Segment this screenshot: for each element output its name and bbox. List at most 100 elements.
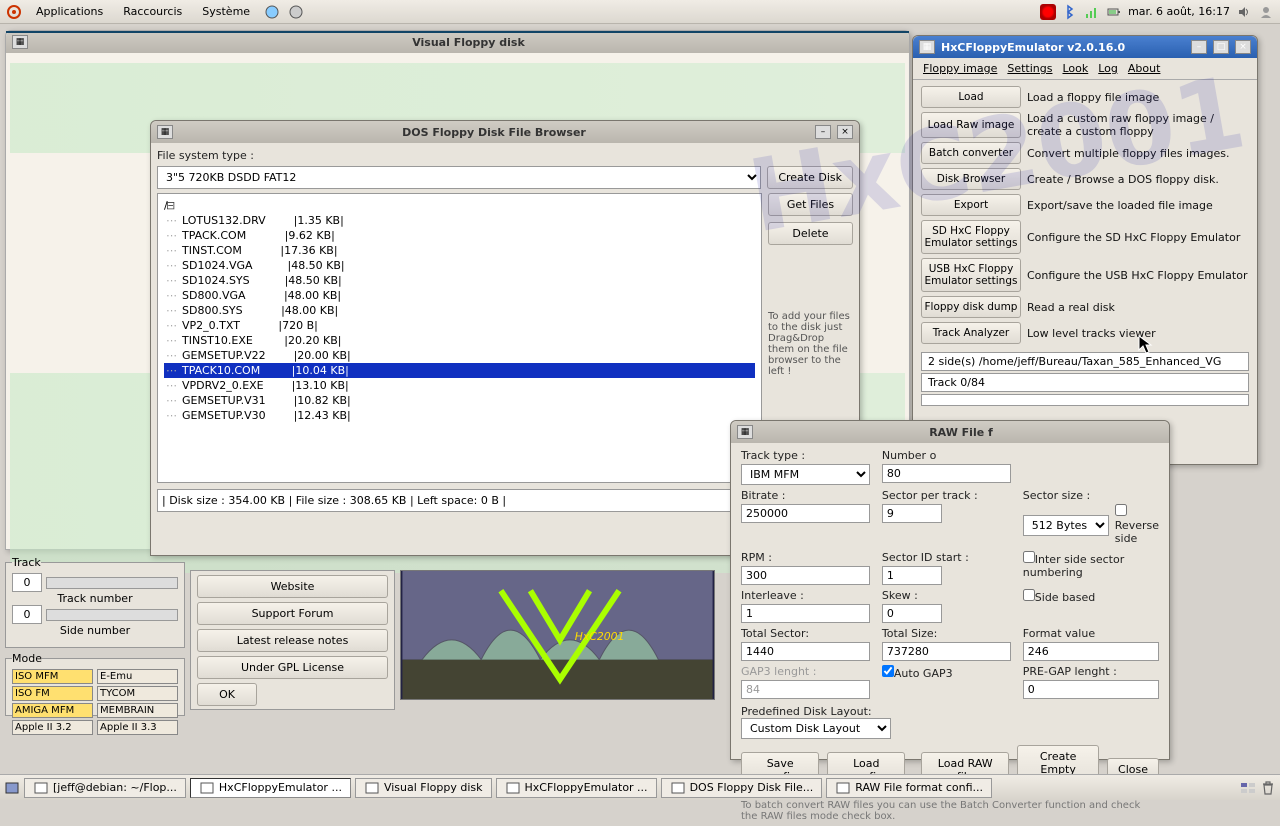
menu-applications[interactable]: Applications	[30, 3, 109, 20]
hxc-load-raw-image-button[interactable]: Load Raw image	[921, 112, 1021, 138]
task-button[interactable]: [jeff@debian: ~/Flop...	[24, 778, 186, 798]
predef-select[interactable]: Custom Disk Layout	[741, 718, 891, 739]
file-row[interactable]: TINST.COM |17.36 KB|	[164, 243, 755, 258]
menu-look[interactable]: Look	[1062, 62, 1088, 75]
mode-iso-fm[interactable]: ISO FM	[12, 686, 93, 701]
network-icon[interactable]	[1084, 4, 1100, 20]
bitrate-input[interactable]	[741, 504, 870, 523]
sidebased-check[interactable]: Side based	[1023, 589, 1159, 604]
fs-type-select[interactable]: 3"5 720KB DSDD FAT12	[157, 166, 761, 189]
hxc-batch-converter-button[interactable]: Batch converter	[921, 142, 1021, 164]
battery-icon[interactable]	[1106, 4, 1122, 20]
volume-icon[interactable]	[1236, 4, 1252, 20]
track-slider[interactable]	[46, 577, 178, 589]
mode-e-emu[interactable]: E-Emu	[97, 669, 178, 684]
menu-settings[interactable]: Settings	[1007, 62, 1052, 75]
menu-log[interactable]: Log	[1098, 62, 1118, 75]
task-button[interactable]: Visual Floppy disk	[355, 778, 492, 798]
mode-tycom[interactable]: TYCOM	[97, 686, 178, 701]
delete-button[interactable]: Delete	[768, 222, 853, 245]
file-row[interactable]: GEMSETUP.V31 |10.82 KB|	[164, 393, 755, 408]
autogap3-check[interactable]: Auto GAP3	[882, 665, 1011, 680]
hxc-track-analyzer-button[interactable]: Track Analyzer	[921, 322, 1021, 344]
formatval-input[interactable]	[1023, 642, 1159, 661]
user-icon[interactable]	[1258, 4, 1274, 20]
menu-raccourcis[interactable]: Raccourcis	[117, 3, 188, 20]
task-button[interactable]: HxCFloppyEmulator ...	[496, 778, 657, 798]
update-icon[interactable]	[1040, 4, 1056, 20]
maximize-button[interactable]: □	[1213, 40, 1229, 54]
clock-text[interactable]: mar. 6 août, 16:17	[1128, 5, 1230, 18]
trash-icon[interactable]	[1260, 780, 1276, 796]
number-input[interactable]	[882, 464, 1011, 483]
file-tree[interactable]: / LOTUS132.DRV |1.35 KB|TPACK.COM |9.62 …	[157, 193, 762, 483]
ssize-select[interactable]: 512 Bytes	[1023, 515, 1109, 536]
mode-apple-ii-3-2[interactable]: Apple II 3.2	[12, 720, 93, 735]
link-under-gpl-license-button[interactable]: Under GPL License	[197, 656, 388, 679]
hxc-floppy-disk-dump-button[interactable]: Floppy disk dump	[921, 296, 1021, 318]
hxc-export-button[interactable]: Export	[921, 194, 1021, 216]
file-row[interactable]: TPACK.COM |9.62 KB|	[164, 228, 755, 243]
file-row[interactable]: GEMSETUP.V22 |20.00 KB|	[164, 348, 755, 363]
menu-about[interactable]: About	[1128, 62, 1161, 75]
link-latest-release-notes-button[interactable]: Latest release notes	[197, 629, 388, 652]
hxc-load-button[interactable]: Load	[921, 86, 1021, 108]
globe-icon[interactable]	[264, 4, 280, 20]
totalsize-input[interactable]	[882, 642, 1011, 661]
pregap-input[interactable]	[1023, 680, 1159, 699]
link-website-button[interactable]: Website	[197, 575, 388, 598]
task-button[interactable]: DOS Floppy Disk File...	[661, 778, 823, 798]
menu-systeme[interactable]: Système	[196, 3, 256, 20]
reverse-side-check[interactable]: Reverse side	[1115, 504, 1159, 545]
show-desktop-icon[interactable]	[4, 780, 20, 796]
hxc-disk-browser-button[interactable]: Disk Browser	[921, 168, 1021, 190]
file-row[interactable]: SD800.SYS |48.00 KB|	[164, 303, 755, 318]
globe-icon-2[interactable]	[288, 4, 304, 20]
hxc-sd-hxc-floppy-emulator-settings-button[interactable]: SD HxC Floppy Emulator settings	[921, 220, 1021, 254]
close-button[interactable]: ×	[837, 125, 853, 139]
tree-root[interactable]: /	[164, 198, 755, 213]
workspace-icon[interactable]	[1240, 780, 1256, 796]
task-button[interactable]: HxCFloppyEmulator ...	[190, 778, 351, 798]
close-button[interactable]: ×	[1235, 40, 1251, 54]
interside-check[interactable]: Inter side sector numbering	[1023, 551, 1159, 579]
link-support-forum-button[interactable]: Support Forum	[197, 602, 388, 625]
link-ok-button[interactable]: OK	[197, 683, 257, 706]
sid-input[interactable]	[882, 566, 942, 585]
side-number-input[interactable]	[12, 605, 42, 624]
spt-input[interactable]	[882, 504, 942, 523]
interleave-input[interactable]	[741, 604, 870, 623]
totalsect-input[interactable]	[741, 642, 870, 661]
minimize-button[interactable]: –	[815, 125, 831, 139]
task-button[interactable]: RAW File format confi...	[826, 778, 992, 798]
mode-apple-ii-3-3[interactable]: Apple II 3.3	[97, 720, 178, 735]
file-row[interactable]: VP2_0.TXT |720 B|	[164, 318, 755, 333]
side-slider[interactable]	[46, 609, 178, 621]
bluetooth-icon[interactable]	[1062, 4, 1078, 20]
minimize-button[interactable]: –	[1191, 40, 1207, 54]
get-files-button[interactable]: Get Files	[768, 193, 853, 216]
track-type-select[interactable]: IBM MFM	[741, 464, 870, 485]
sid-label: Sector ID start :	[882, 551, 1011, 564]
raw-titlebar[interactable]: ▦ RAW File f	[731, 421, 1169, 443]
file-row[interactable]: TINST10.EXE |20.20 KB|	[164, 333, 755, 348]
file-row[interactable]: SD1024.SYS |48.50 KB|	[164, 273, 755, 288]
file-row[interactable]: GEMSETUP.V30 |12.43 KB|	[164, 408, 755, 423]
skew-input[interactable]	[882, 604, 942, 623]
rpm-input[interactable]	[741, 566, 870, 585]
mode-iso-mfm[interactable]: ISO MFM	[12, 669, 93, 684]
create-disk-button[interactable]: Create Disk	[767, 166, 853, 189]
file-row[interactable]: VPDRV2_0.EXE |13.10 KB|	[164, 378, 755, 393]
hxc-usb-hxc-floppy-emulator-settings-button[interactable]: USB HxC Floppy Emulator settings	[921, 258, 1021, 292]
file-row[interactable]: LOTUS132.DRV |1.35 KB|	[164, 213, 755, 228]
number-label: Number o	[882, 449, 1011, 462]
mode-amiga-mfm[interactable]: AMIGA MFM	[12, 703, 93, 718]
hxc-titlebar[interactable]: ▦ HxCFloppyEmulator v2.0.16.0 – □ ×	[913, 36, 1257, 58]
file-row[interactable]: SD1024.VGA |48.50 KB|	[164, 258, 755, 273]
dos-browser-titlebar[interactable]: ▦ DOS Floppy Disk File Browser – ×	[151, 121, 859, 143]
file-row[interactable]: SD800.VGA |48.00 KB|	[164, 288, 755, 303]
track-number-input[interactable]	[12, 573, 42, 592]
menu-floppy-image[interactable]: Floppy image	[923, 62, 997, 75]
file-row[interactable]: TPACK10.COM |10.04 KB|	[164, 363, 755, 378]
mode-membrain[interactable]: MEMBRAIN	[97, 703, 178, 718]
